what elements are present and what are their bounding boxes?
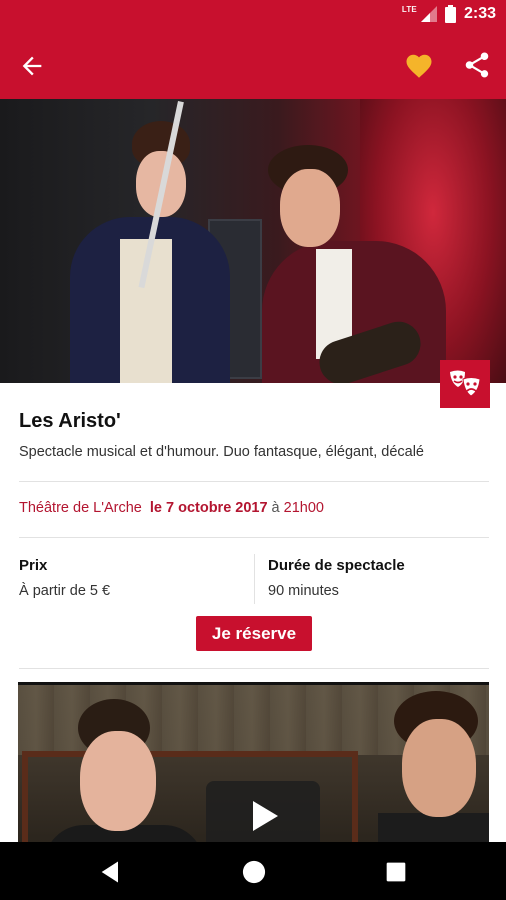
status-bar: LTE 2:33 [0, 0, 506, 32]
event-photo-carousel[interactable] [0, 99, 506, 383]
video-performer-2-head [402, 719, 476, 817]
nav-home-icon[interactable] [240, 858, 268, 886]
video-performer-2-body [378, 813, 489, 842]
column-divider [254, 554, 255, 604]
duration-value: 90 minutes [268, 583, 339, 599]
event-time: 21h00 [283, 500, 324, 516]
event-at: à [271, 500, 280, 516]
divider [19, 668, 489, 669]
divider [19, 537, 489, 538]
event-description: Spectacle musical et d'humour. Duo fanta… [19, 444, 424, 460]
duration-label: Durée de spectacle [268, 557, 405, 574]
nav-recents-icon[interactable] [382, 858, 410, 886]
battery-icon [444, 5, 456, 23]
event-venue-date: Théâtre de L'Arche le 7 octobre 2017 à 21h0… [19, 500, 324, 516]
arrow-back-icon[interactable] [18, 52, 46, 80]
divider [19, 481, 489, 482]
price-section: Prix À partir de 5 € [19, 557, 110, 599]
status-indicators: LTE 2:33 [402, 5, 496, 23]
network-type: LTE [401, 4, 417, 14]
system-nav-bar [0, 842, 506, 900]
share-icon[interactable] [462, 50, 492, 80]
event-date: le 7 octobre 2017 [149, 500, 268, 516]
reserve-button[interactable]: Je réserve [196, 616, 312, 651]
signal-icon [420, 6, 437, 22]
price-value: À partir de 5 € [19, 583, 111, 599]
play-icon[interactable] [206, 781, 320, 842]
clock: 2:33 [463, 5, 496, 22]
app-bar [0, 32, 506, 99]
event-video[interactable] [18, 682, 489, 842]
video-performer-1-head [80, 731, 156, 831]
theatre-masks-icon [440, 360, 490, 408]
event-title: Les Aristo' [19, 410, 121, 432]
heart-icon[interactable] [404, 51, 434, 81]
performer-guitarist-head [280, 169, 340, 247]
nav-back-icon[interactable] [97, 858, 125, 886]
price-label: Prix [19, 557, 48, 574]
duration-section: Durée de spectacle 90 minutes [268, 557, 405, 599]
venue-link[interactable]: Théâtre de L'Arche [19, 500, 142, 516]
